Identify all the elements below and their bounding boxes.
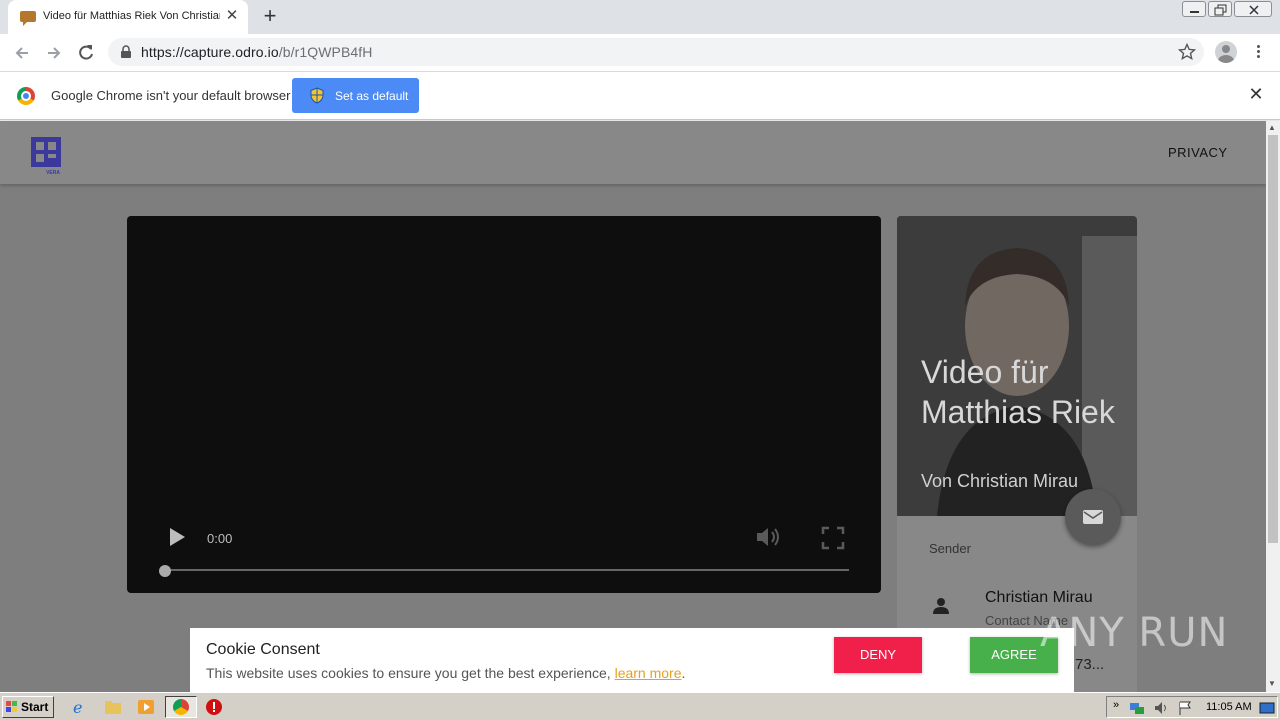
- person-icon: [931, 596, 951, 621]
- video-time: 0:00: [207, 531, 233, 546]
- browser-tab[interactable]: Video für Matthias Riek Von Christian Mi…: [8, 0, 248, 34]
- desktop-icon[interactable]: [1259, 700, 1275, 716]
- chrome-logo-icon: [17, 87, 35, 105]
- seek-thumb[interactable]: [159, 565, 171, 577]
- stop-icon[interactable]: [205, 698, 223, 716]
- svg-text:e: e: [73, 698, 82, 716]
- network-icon[interactable]: [1129, 700, 1145, 716]
- tab-strip: Video für Matthias Riek Von Christian Mi…: [0, 0, 1280, 34]
- cookie-consent-banner: Cookie Consent This website uses cookies…: [190, 628, 1074, 692]
- site-logo[interactable]: VERA: [30, 136, 64, 176]
- forward-icon[interactable]: [42, 41, 66, 65]
- url-text: https://capture.odro.io/b/r1QWPB4fH: [141, 44, 373, 60]
- speaker-icon[interactable]: [1153, 700, 1169, 716]
- window-close-button[interactable]: [1234, 1, 1272, 17]
- deny-button[interactable]: DENY: [834, 637, 922, 673]
- contact-name: Christian Mirau: [985, 589, 1093, 606]
- lock-icon[interactable]: [120, 45, 132, 64]
- svg-text:VERA: VERA: [46, 170, 60, 176]
- media-player-icon[interactable]: [137, 698, 155, 716]
- scroll-up-icon[interactable]: ▲: [1268, 123, 1276, 132]
- set-as-default-button[interactable]: Set as default: [292, 78, 419, 113]
- video-player[interactable]: 0:00: [127, 216, 881, 593]
- play-icon[interactable]: [167, 526, 187, 553]
- scroll-thumb[interactable]: [1268, 135, 1278, 543]
- site-header: VERA PRIVACY: [0, 121, 1266, 184]
- learn-more-link[interactable]: learn more: [615, 665, 682, 681]
- flag-icon[interactable]: [1177, 700, 1193, 716]
- ie-icon[interactable]: e: [71, 698, 89, 716]
- back-icon[interactable]: [10, 41, 34, 65]
- fullscreen-icon[interactable]: [821, 526, 845, 555]
- chrome-taskbar-button[interactable]: [165, 696, 197, 718]
- window-minimize-button[interactable]: [1182, 1, 1206, 17]
- cookie-message: This website uses cookies to ensure you …: [206, 665, 686, 681]
- tab-favicon-icon: [20, 11, 36, 26]
- star-icon[interactable]: [1177, 42, 1197, 66]
- tray-expand-icon[interactable]: »: [1113, 699, 1119, 711]
- cookie-title: Cookie Consent: [206, 641, 320, 658]
- shield-icon: [309, 87, 325, 107]
- watermark: ANY RUN: [1040, 610, 1229, 656]
- tab-title: Video für Matthias Riek Von Christian Mi…: [43, 10, 220, 22]
- window-restore-button[interactable]: [1208, 1, 1232, 17]
- mail-button[interactable]: [1065, 489, 1121, 545]
- privacy-link[interactable]: PRIVACY: [1168, 145, 1228, 160]
- scroll-down-icon[interactable]: ▼: [1268, 679, 1276, 688]
- chrome-icon: [173, 699, 189, 715]
- start-button[interactable]: Start: [2, 696, 54, 718]
- menu-icon[interactable]: [1252, 43, 1264, 63]
- windows-flag-icon: [6, 701, 17, 712]
- explorer-icon[interactable]: [104, 698, 122, 716]
- browser-toolbar: https://capture.odro.io/b/r1QWPB4fH: [0, 34, 1280, 72]
- seek-bar[interactable]: [165, 569, 849, 571]
- volume-icon[interactable]: [755, 525, 783, 554]
- set-as-default-label: Set as default: [335, 89, 409, 103]
- default-browser-infobar: Google Chrome isn't your default browser…: [0, 72, 1280, 120]
- sender-photo: Video für Matthias Riek Von Christian Mi…: [897, 216, 1137, 516]
- card-subtitle: Von Christian Mirau: [921, 471, 1079, 491]
- tab-close-icon[interactable]: ✕: [224, 8, 240, 24]
- address-bar[interactable]: https://capture.odro.io/b/r1QWPB4fH: [108, 38, 1204, 66]
- start-label: Start: [21, 700, 49, 714]
- clock: 11:05 AM: [1206, 701, 1252, 713]
- page-scrollbar[interactable]: ▲ ▼: [1266, 121, 1280, 692]
- sender-label: Sender: [929, 541, 971, 556]
- taskbar: Start e » 11:05 AM: [0, 692, 1280, 720]
- reload-icon[interactable]: [74, 41, 98, 65]
- page-viewport: VERA PRIVACY 0:00 Video für Matthias Rie…: [0, 121, 1266, 692]
- new-tab-icon[interactable]: +: [259, 5, 281, 28]
- profile-icon[interactable]: [1215, 41, 1237, 63]
- infobar-message: Google Chrome isn't your default browser: [51, 88, 291, 103]
- contact-phone[interactable]: 73...: [1075, 656, 1104, 673]
- system-tray: » 11:05 AM: [1106, 696, 1278, 718]
- infobar-close-icon[interactable]: ✕: [1248, 85, 1264, 103]
- card-title: Video für Matthias Riek: [921, 354, 1115, 430]
